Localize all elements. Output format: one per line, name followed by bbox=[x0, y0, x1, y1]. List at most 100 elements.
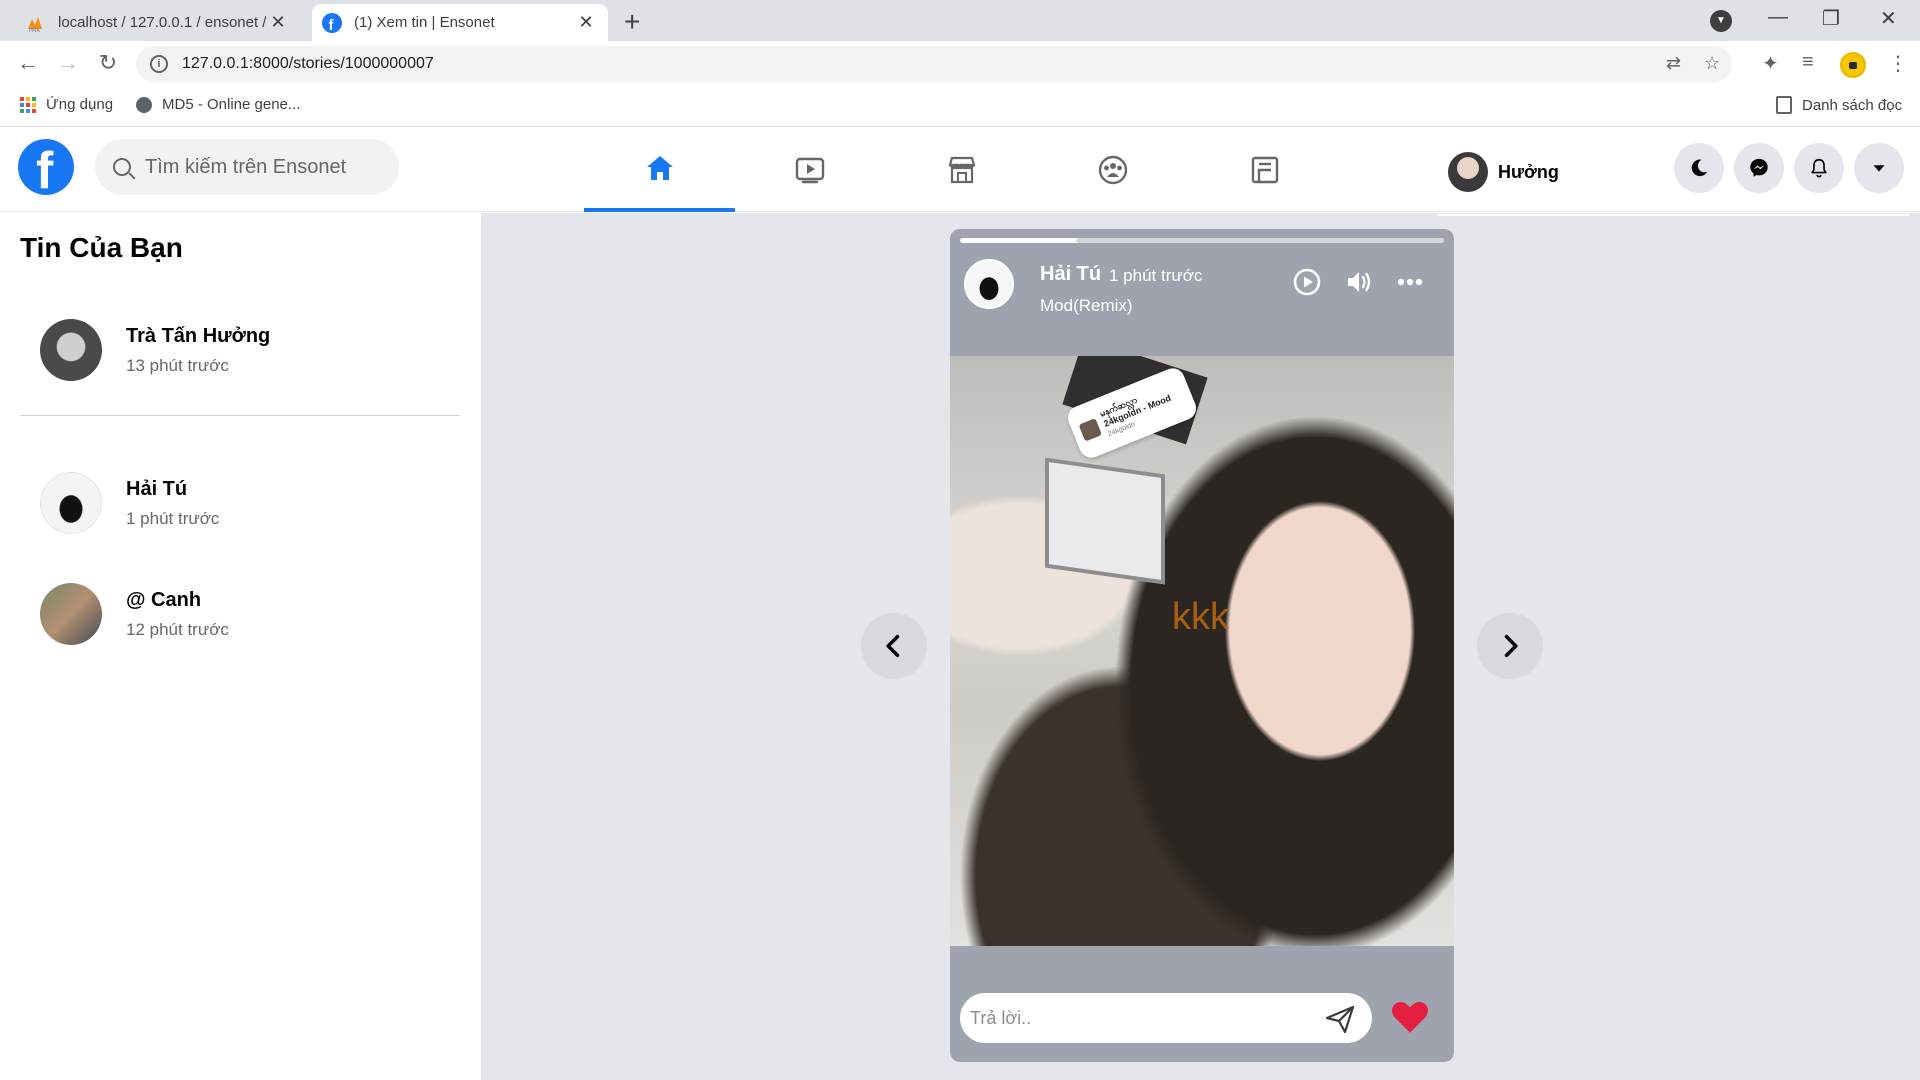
heart-icon bbox=[1392, 1002, 1428, 1033]
tab-title: localhost / 127.0.0.1 / ensonet / bbox=[58, 14, 266, 31]
nav-gaming[interactable] bbox=[1189, 128, 1340, 212]
home-icon bbox=[646, 156, 673, 180]
story-author-name: @ Canh bbox=[126, 588, 202, 611]
avatar bbox=[40, 319, 102, 381]
bell-icon bbox=[1811, 158, 1827, 178]
chevron-right-icon bbox=[1504, 634, 1518, 658]
address-bar[interactable]: i 127.0.0.1:8000/stories/1000000007 ⇄ ☆ bbox=[136, 46, 1732, 82]
bookmark-md5[interactable]: MD5 - Online gene... bbox=[136, 96, 300, 113]
nav-watch[interactable] bbox=[734, 128, 885, 212]
phpmyadmin-icon: PMA bbox=[28, 16, 42, 33]
forward-icon[interactable]: → bbox=[54, 50, 82, 76]
back-icon[interactable]: ← bbox=[14, 50, 42, 76]
volume-button[interactable] bbox=[1342, 265, 1376, 299]
reading-list-button[interactable]: Danh sách đọc bbox=[1776, 96, 1902, 114]
avatar bbox=[1448, 152, 1488, 192]
reply-box[interactable] bbox=[960, 993, 1372, 1043]
story-image: မနှက်ဆလ္လာ 24kgoldn - Mood 24kgoldn kkk bbox=[950, 356, 1454, 946]
story-time: 12 phút trước bbox=[126, 619, 229, 639]
dark-mode-button[interactable] bbox=[1674, 143, 1724, 193]
browser-tab-strip: PMA localhost / 127.0.0.1 / ensonet / ✕ … bbox=[0, 0, 1920, 41]
restore-icon[interactable]: ❐ bbox=[1822, 6, 1840, 31]
background-window bbox=[1045, 457, 1165, 585]
story-list-item[interactable]: @ Canh 12 phút trước bbox=[40, 583, 229, 645]
tab-search-icon[interactable]: ▼ bbox=[1710, 10, 1732, 32]
story-progress-remaining bbox=[1076, 238, 1444, 243]
menu-icon[interactable]: ⋮ bbox=[1888, 51, 1908, 76]
story-caption: kkk bbox=[1172, 596, 1229, 638]
album-art-icon bbox=[1078, 418, 1102, 442]
more-icon bbox=[1397, 278, 1423, 286]
previous-story-button[interactable] bbox=[861, 613, 927, 679]
chevron-left-icon bbox=[886, 634, 900, 658]
nav-marketplace[interactable] bbox=[886, 128, 1037, 212]
facebook-icon: f bbox=[322, 12, 342, 33]
browser-tab-phpmyadmin[interactable]: PMA localhost / 127.0.0.1 / ensonet / ✕ bbox=[16, 4, 300, 41]
nav-groups[interactable] bbox=[1037, 128, 1188, 212]
bookmark-star-icon[interactable]: ☆ bbox=[1704, 53, 1720, 74]
story-author-name: Trà Tấn Hưởng bbox=[126, 324, 271, 347]
profile-link[interactable]: Hưởng bbox=[1448, 152, 1559, 192]
reload-icon[interactable]: ↻ bbox=[94, 50, 122, 76]
browser-tab-ensonet[interactable]: f (1) Xem tin | Ensonet ✕ bbox=[312, 4, 608, 41]
sidebar-divider bbox=[20, 415, 460, 416]
new-tab-button[interactable]: + bbox=[624, 6, 640, 38]
send-icon[interactable] bbox=[1324, 1003, 1356, 1035]
close-tab-icon[interactable]: ✕ bbox=[574, 12, 598, 33]
story-progress-bar bbox=[960, 238, 1444, 243]
story-time: 1 phút trước bbox=[1109, 266, 1203, 285]
reading-list-label: Danh sách đọc bbox=[1802, 96, 1903, 114]
story-time: 1 phút trước bbox=[126, 508, 220, 528]
close-tab-icon[interactable]: ✕ bbox=[266, 12, 290, 33]
account-menu-button[interactable] bbox=[1854, 143, 1904, 193]
gaming-icon bbox=[1251, 156, 1278, 184]
story-music-title: Mod(Remix) bbox=[1040, 296, 1133, 315]
site-header: f Tìm kiếm trên Ensonet Hưởng bbox=[0, 128, 1920, 212]
extension-lock-icon[interactable] bbox=[1840, 52, 1866, 78]
messenger-icon bbox=[1750, 158, 1768, 177]
nav-home[interactable] bbox=[584, 128, 735, 212]
groups-icon bbox=[1098, 155, 1127, 185]
browser-toolbar: ← → ↻ i 127.0.0.1:8000/stories/100000000… bbox=[0, 41, 1920, 87]
extensions-icon[interactable]: ✦ bbox=[1762, 51, 1779, 76]
story-author-name: Hải Tú bbox=[126, 477, 188, 500]
story-list-item[interactable]: Hải Tú 1 phút trước bbox=[40, 472, 219, 534]
url-text[interactable]: 127.0.0.1:8000/stories/1000000007 bbox=[182, 55, 434, 73]
like-button[interactable] bbox=[1386, 993, 1434, 1041]
play-circle-icon bbox=[1293, 268, 1321, 296]
my-story-item[interactable]: Trà Tấn Hưởng 13 phút trước bbox=[40, 319, 270, 381]
header-underline bbox=[1437, 214, 1909, 216]
close-window-icon[interactable]: ✕ bbox=[1880, 6, 1897, 31]
next-story-button[interactable] bbox=[1477, 613, 1543, 679]
story-time: 13 phút trước bbox=[126, 355, 229, 375]
site-info-icon[interactable]: i bbox=[150, 55, 168, 73]
media-control-icon[interactable]: ≡ bbox=[1802, 51, 1814, 74]
globe-icon bbox=[136, 96, 152, 113]
notifications-button[interactable] bbox=[1794, 143, 1844, 193]
bookmark-label: MD5 - Online gene... bbox=[162, 96, 301, 113]
ensonet-logo[interactable]: f bbox=[18, 139, 74, 200]
apps-grid-icon bbox=[20, 96, 36, 113]
reply-input[interactable] bbox=[970, 1007, 1300, 1029]
bookmarks-bar: Ứng dụng MD5 - Online gene... Danh sách … bbox=[0, 87, 1920, 127]
search-box[interactable] bbox=[95, 139, 399, 195]
caret-down-icon bbox=[1873, 165, 1885, 172]
translate-icon[interactable]: ⇄ bbox=[1666, 53, 1681, 74]
moon-icon bbox=[1691, 159, 1708, 177]
profile-name: Hưởng bbox=[1498, 161, 1559, 182]
story-author-avatar[interactable] bbox=[964, 259, 1014, 309]
story-card: Hải Tú 1 phút trước Mod(Remix) မနှက်ဆလ္လ… bbox=[950, 229, 1454, 1062]
sidebar-title: Tin Của Bạn bbox=[20, 232, 183, 263]
avatar bbox=[40, 472, 102, 534]
story-author-name[interactable]: Hải Tú bbox=[1040, 263, 1101, 286]
more-options-button[interactable] bbox=[1393, 265, 1427, 299]
avatar bbox=[40, 583, 102, 645]
bookmark-apps[interactable]: Ứng dụng bbox=[20, 96, 113, 113]
minimize-icon[interactable]: — bbox=[1768, 6, 1788, 29]
play-button[interactable] bbox=[1290, 265, 1324, 299]
volume-icon bbox=[1348, 272, 1371, 292]
search-input[interactable] bbox=[145, 155, 375, 179]
reading-list-icon bbox=[1776, 96, 1792, 114]
messenger-button[interactable] bbox=[1734, 143, 1784, 193]
search-icon bbox=[113, 158, 131, 176]
